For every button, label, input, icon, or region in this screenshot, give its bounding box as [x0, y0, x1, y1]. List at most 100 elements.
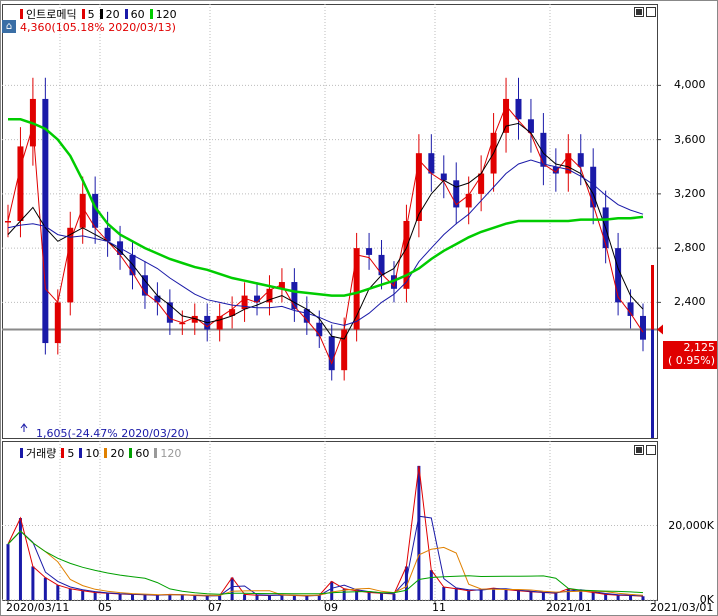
high-annotation: 4,360(105.18% 2020/03/13)	[20, 21, 176, 34]
candle-body	[577, 153, 584, 167]
current-price-badge: 2,125 ( 0.95%)	[663, 341, 717, 369]
legend-swatch-vma60	[129, 448, 133, 458]
volume-bar	[367, 592, 371, 600]
volume-bar	[516, 590, 520, 600]
volume-bar	[155, 595, 159, 600]
volume-bar	[554, 593, 558, 600]
up-range-bar	[651, 265, 654, 330]
volume-bar	[529, 591, 533, 600]
volume-maximize-icon[interactable]	[634, 445, 644, 455]
volume-bar	[330, 581, 334, 600]
volume-bar	[454, 588, 458, 600]
candle-body	[17, 146, 24, 221]
candle-body	[465, 193, 472, 208]
volume-bar	[442, 586, 446, 600]
volume-bar	[93, 592, 97, 600]
legend-swatch-ma120	[149, 9, 153, 19]
legend-swatch-vma120	[154, 448, 158, 458]
candle-body	[42, 98, 49, 344]
volume-bar	[205, 595, 209, 600]
volume-bar	[579, 590, 583, 600]
volume-bar	[541, 592, 545, 600]
volume-bar	[629, 595, 633, 600]
volume-bar	[6, 544, 10, 600]
volume-panel	[2, 441, 658, 601]
legend-swatch-vma10	[79, 448, 83, 458]
legend-ma60: 60	[130, 7, 145, 21]
x-tick-label: 05	[98, 601, 112, 614]
candle-body	[54, 302, 61, 344]
volume-bar	[392, 594, 396, 600]
candle-body	[503, 98, 510, 133]
legend-ma5: 5	[87, 7, 95, 21]
volume-bar	[18, 518, 22, 600]
legend-swatch-vma5	[61, 448, 65, 458]
volume-bar	[81, 590, 85, 600]
volume-bar	[292, 595, 296, 600]
volume-bar	[380, 593, 384, 600]
x-tick-label: 09	[324, 601, 338, 614]
volume-bar	[106, 593, 110, 600]
volume-bar	[255, 595, 259, 600]
candle-body	[590, 166, 597, 208]
candle-body	[67, 227, 74, 303]
legend-ma20: 20	[105, 7, 120, 21]
x-tick-label: 11	[432, 601, 446, 614]
volume-bar	[504, 589, 508, 600]
legend-swatch-ma20	[99, 9, 103, 19]
volume-bar	[43, 577, 47, 600]
legend-vma5: 5	[67, 446, 75, 460]
candle-body	[615, 248, 622, 303]
candle-body	[5, 221, 11, 223]
legend-swatch-stock	[20, 9, 23, 19]
volume-y-tick-label: 20,000K	[668, 518, 714, 532]
volume-bar	[616, 595, 620, 600]
low-annotation: 1,605(-24.47% 2020/03/20)	[36, 427, 189, 440]
volume-bar	[218, 595, 222, 600]
price-legend: 인트로메딕 5 20 60 120	[18, 6, 177, 22]
volume-bar	[131, 594, 135, 600]
volume-bar	[230, 577, 234, 600]
volume-bar	[467, 590, 471, 600]
current-price: 2,125	[683, 341, 716, 354]
candle-body	[428, 153, 435, 174]
volume-bar	[479, 589, 483, 600]
legend-vma60: 60	[135, 446, 150, 460]
legend-ma120: 120	[155, 7, 177, 21]
volume-bar	[641, 596, 645, 600]
y-tick-label: 4,000	[674, 78, 706, 92]
volume-bar	[305, 595, 309, 600]
volume-bar	[56, 585, 60, 600]
current-change: ( 0.95%)	[667, 354, 715, 367]
legend-vma120: 120	[160, 446, 182, 460]
candle-body	[440, 173, 447, 181]
legend-vma20: 20	[110, 446, 125, 460]
candle-body	[328, 336, 335, 371]
home-icon[interactable]: ⌂	[2, 20, 16, 33]
candle-body	[216, 315, 223, 330]
chart-canvas	[0, 0, 718, 616]
close-icon[interactable]	[646, 7, 656, 17]
x-tick-label: 2020/03/11	[6, 601, 70, 614]
volume-bar	[492, 588, 496, 600]
y-tick-label: 3,600	[674, 132, 706, 146]
candle-body	[366, 248, 373, 255]
y-tick-label: 2,800	[674, 241, 706, 255]
volume-legend: 거래량 5 10 20 60 120	[18, 445, 181, 461]
volume-bar	[243, 594, 247, 600]
volume-bar	[143, 594, 147, 600]
candle-body	[640, 315, 646, 340]
candle-body	[515, 98, 522, 120]
down-range-bar	[651, 329, 654, 438]
volume-bar	[118, 594, 122, 600]
volume-close-icon[interactable]	[646, 445, 656, 455]
volume-bar	[193, 595, 197, 600]
volume-bar	[180, 594, 184, 600]
volume-bar	[591, 592, 595, 600]
volume-bar	[68, 588, 72, 600]
x-tick-label: 2021/01	[546, 601, 592, 614]
maximize-icon[interactable]	[634, 7, 644, 17]
candle-body	[291, 282, 298, 310]
candle-body	[353, 248, 360, 330]
volume-bar	[267, 595, 271, 600]
